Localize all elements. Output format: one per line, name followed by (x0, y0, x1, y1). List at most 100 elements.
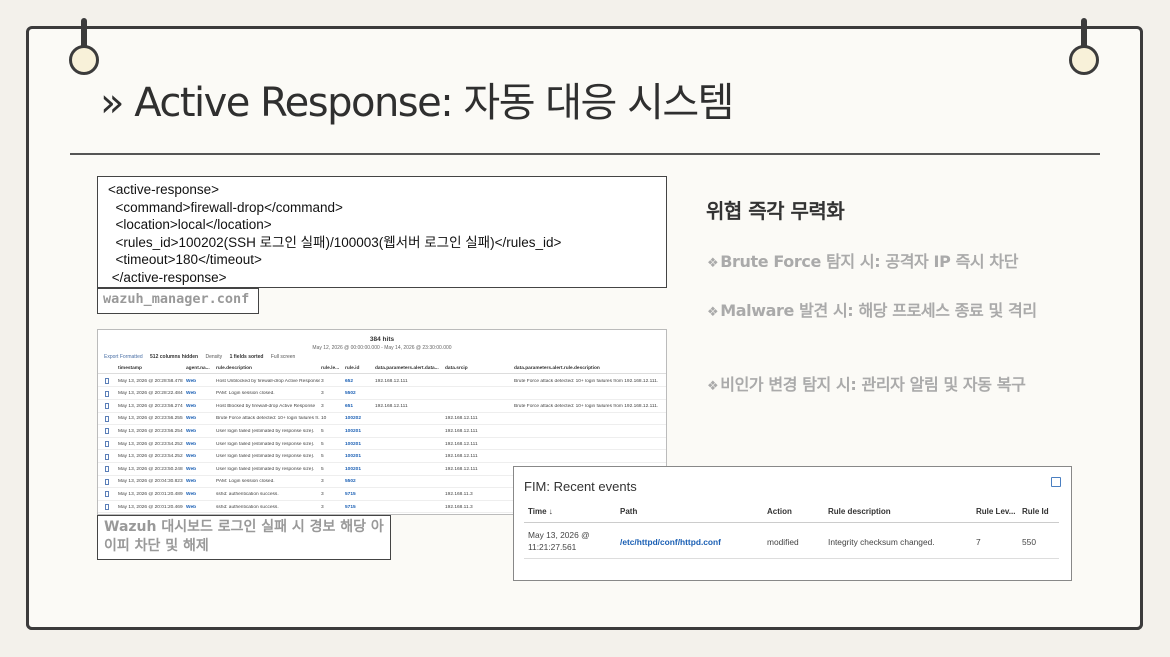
table-cell: 5715 (345, 504, 356, 510)
table-cell: 3 (321, 491, 324, 497)
expand-document-icon[interactable] (105, 428, 109, 435)
expand-document-icon[interactable] (105, 390, 109, 397)
diamond-bullet-icon: ❖ (707, 305, 719, 320)
bullet-text: Brute Force 탐지 시: 공격자 IP 즉시 차단 (720, 252, 1019, 271)
table-cell: 100201 (345, 441, 362, 447)
table-cell: sshd: authentication success. (216, 491, 279, 497)
expand-document-icon[interactable] (105, 378, 109, 384)
table-row[interactable]: May 13, 2026 @ 20:28:58.478 Web Host Unblo… (98, 375, 666, 388)
table-cell: User login failed (estimated by response… (216, 441, 315, 447)
col-rule-level[interactable]: rule.le... (321, 366, 339, 371)
col-alert-rule-description[interactable]: data.parameters.alert.rule.description (514, 366, 600, 371)
col-rule-description[interactable]: rule.description (216, 366, 252, 371)
table-cell: 192.168.12.111 (375, 403, 408, 409)
table-cell: May 13, 2026 @ 20:28:58.478 (118, 378, 183, 384)
fim-row-divider (524, 558, 1059, 559)
bullet-brute-force: ❖ Brute Force 탐지 시: 공격자 IP 즉시 차단 (707, 251, 1067, 275)
table-row[interactable]: May 13, 2026 @ 20:23:54.252 Web User login… (98, 438, 666, 451)
expand-document-icon[interactable] (105, 491, 109, 498)
table-cell: 192.168.12.111 (445, 416, 478, 422)
table-cell: Host Blocked by firewall-drop Active Res… (216, 403, 316, 409)
fullscreen-button[interactable]: Full screen (271, 354, 295, 360)
dashboard-table-header: timestamp agent.na... rule.description r… (98, 364, 666, 374)
fim-col-time[interactable]: Time ↓ (528, 507, 553, 516)
fim-col-path[interactable]: Path (620, 507, 637, 516)
table-cell: 5 (321, 454, 324, 460)
table-row[interactable]: May 13, 2026 @ 20:23:54.252 Web User login… (98, 451, 666, 463)
table-cell: Brute Force attack detected: 10+ login f… (514, 403, 659, 409)
table-cell: 100202 (345, 416, 362, 422)
columns-hidden-button[interactable]: 512 columns hidden (150, 354, 198, 360)
table-row[interactable]: May 13, 2026 @ 20:23:56.255 Web Brute Forc… (98, 413, 666, 426)
dashboard-caption: Wazuh 대시보드 로그인 실패 시 경보 해당 아이피 차단 및 해제 (97, 515, 391, 560)
config-code-block: <active-response> <command>firewall-drop… (97, 176, 667, 288)
fim-header-divider (524, 522, 1059, 523)
table-cell: May 13, 2026 @ 20:23:56.274 (118, 403, 183, 409)
fim-title: FIM: Recent events (524, 479, 637, 494)
table-cell: sshd: authentication success. (216, 504, 279, 510)
expand-document-icon[interactable] (105, 478, 109, 485)
table-cell: 5 (321, 428, 324, 434)
fim-panel: FIM: Recent events Time ↓ Path Action Ru… (513, 466, 1072, 581)
fim-action: modified (767, 537, 799, 547)
fim-col-action[interactable]: Action (767, 507, 792, 516)
fim-col-id[interactable]: Rule Id (1022, 507, 1049, 516)
col-timestamp[interactable]: timestamp (118, 366, 142, 371)
table-cell: 192.168.12.111 (445, 428, 478, 434)
fim-path-link[interactable]: /etc/httpd/conf/httpd.conf (620, 536, 721, 548)
table-cell: 3 (321, 378, 324, 384)
table-cell: Web (186, 378, 197, 384)
table-cell: 3 (321, 504, 324, 510)
expand-document-icon[interactable] (105, 415, 109, 422)
table-cell: User login failed (estimated by response… (216, 428, 315, 434)
table-cell: May 13, 2026 @ 20:28:22.484 (118, 391, 183, 397)
bullet-text: 비인가 변경 탐지 시: 관리자 알림 및 자동 복구 (720, 375, 1026, 394)
pin-left-icon (69, 45, 99, 75)
expand-document-icon[interactable] (105, 453, 109, 460)
sorted-button[interactable]: 1 fields sorted (230, 354, 264, 360)
table-cell: User login failed (estimated by response… (216, 454, 315, 460)
col-srcip[interactable]: data.srcip (445, 366, 468, 371)
config-caption: wazuh_manager.conf (97, 288, 259, 314)
expand-document-icon[interactable] (105, 441, 109, 447)
pin-right-icon (1069, 45, 1099, 75)
table-cell: 192.168.12.111 (445, 441, 478, 447)
table-row[interactable]: May 13, 2026 @ 20:28:22.484 Web PAM: Login… (98, 388, 666, 400)
fim-col-description[interactable]: Rule description (828, 507, 891, 516)
export-button[interactable]: Export Formatted (104, 354, 143, 360)
table-row[interactable]: May 13, 2026 @ 20:23:56.254 Web User login… (98, 425, 666, 438)
table-cell: 5 (321, 466, 324, 472)
code-line: <location>local</location> (108, 217, 272, 233)
col-alert-data[interactable]: data.parameters.alert.data... (375, 366, 439, 371)
expand-document-icon[interactable] (105, 504, 109, 510)
time-range: May 12, 2026 @ 00:00:00.000 - May 14, 20… (312, 345, 452, 351)
diamond-bullet-icon: ❖ (707, 379, 719, 394)
table-cell: User login failed (estimated by response… (216, 466, 315, 472)
external-link-icon[interactable] (1051, 477, 1061, 487)
table-cell: 100201 (345, 428, 362, 434)
table-cell: May 13, 2026 @ 20:01:20.469 (118, 504, 183, 510)
table-row[interactable]: May 13, 2026 @ 20:23:56.274 Web Host Block… (98, 400, 666, 413)
table-cell: Web (186, 416, 197, 422)
table-cell: 192.168.11.3 (445, 491, 473, 497)
diamond-bullet-icon: ❖ (707, 256, 719, 271)
col-agent[interactable]: agent.na... (186, 366, 210, 371)
expand-document-icon[interactable] (105, 466, 109, 473)
table-cell: 3 (321, 403, 324, 409)
table-cell: May 13, 2026 @ 20:01:20.489 (118, 491, 183, 497)
table-cell: Web (186, 403, 197, 409)
table-cell: Web (186, 479, 197, 485)
table-cell: Brute Force attack detected: 10+ login f… (216, 416, 320, 422)
table-cell: 5502 (345, 391, 356, 397)
expand-document-icon[interactable] (105, 403, 109, 410)
fim-col-level[interactable]: Rule Lev... (976, 507, 1015, 516)
fim-level: 7 (976, 537, 981, 547)
density-button[interactable]: Density (206, 354, 223, 360)
bullet-text: Malware 발견 시: 해당 프로세스 종료 및 격리 (720, 301, 1037, 320)
col-rule-id[interactable]: rule.id (345, 366, 359, 371)
table-cell: 100201 (345, 466, 362, 472)
table-cell: May 13, 2026 @ 20:23:56.255 (118, 416, 183, 422)
slide-title: » Active Response: 자동 대응 시스템 (100, 80, 734, 126)
code-line: <timeout>180</timeout> (108, 252, 262, 268)
table-cell: 100201 (345, 454, 362, 460)
